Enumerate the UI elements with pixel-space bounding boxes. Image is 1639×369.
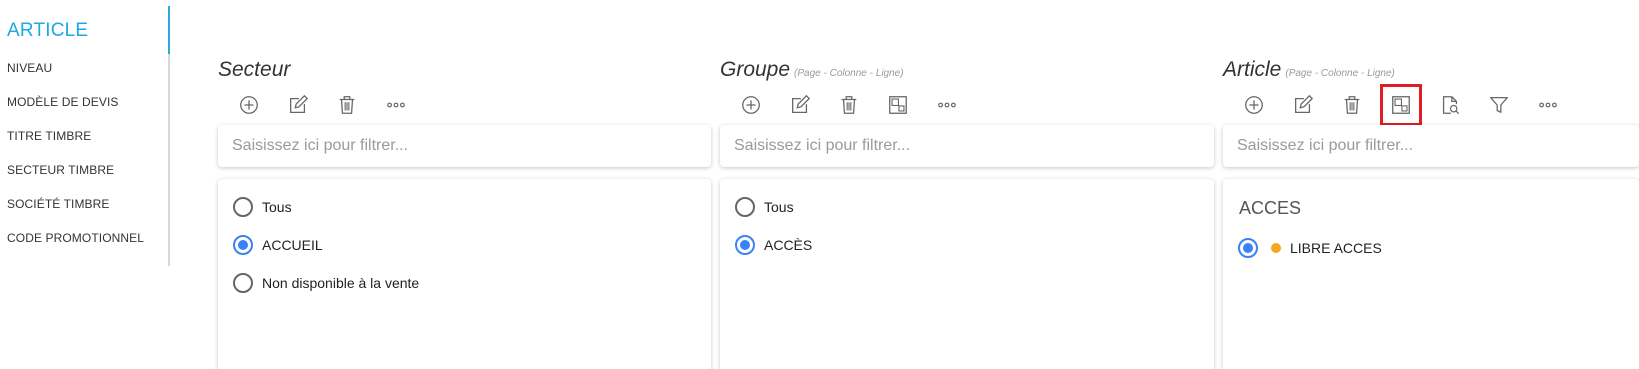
option-label: Tous <box>764 199 794 215</box>
article-option-libre-acces[interactable]: LIBRE ACCES <box>1238 238 1382 258</box>
secteur-title-text: Secteur <box>218 58 291 81</box>
secteur-edit-button[interactable] <box>285 92 311 118</box>
layout-icon <box>1392 96 1410 114</box>
radio-button[interactable] <box>735 197 755 217</box>
article-title: Article (Page - Colonne - Ligne) <box>1223 58 1395 82</box>
secteur-delete-button[interactable] <box>334 92 360 118</box>
groupe-add-button[interactable] <box>738 92 764 118</box>
article-add-button[interactable] <box>1241 92 1267 118</box>
article-subtitle: (Page - Colonne - Ligne) <box>1285 68 1395 79</box>
add-icon <box>240 96 258 114</box>
option-label: LIBRE ACCES <box>1290 240 1382 256</box>
radio-button-selected[interactable] <box>735 235 755 255</box>
groupe-filter-input[interactable] <box>720 125 1214 167</box>
delete-icon <box>1344 96 1360 114</box>
secteur-more-button[interactable] <box>383 92 409 118</box>
groupe-list: Tous ACCÈS <box>720 179 1214 369</box>
article-preview-button[interactable] <box>1437 92 1463 118</box>
groupe-subtitle: (Page - Colonne - Ligne) <box>794 68 904 79</box>
add-icon <box>1245 96 1263 114</box>
groupe-edit-button[interactable] <box>787 92 813 118</box>
article-title-text: Article <box>1223 58 1282 81</box>
sidebar-item-secteur-timbre[interactable]: SECTEUR TIMBRE <box>7 163 114 177</box>
sidebar-title[interactable]: ARTICLE <box>7 20 88 42</box>
groupe-delete-button[interactable] <box>836 92 862 118</box>
secteur-filter <box>218 125 711 167</box>
sidebar-item-modele-de-devis[interactable]: MODÈLE DE DEVIS <box>7 95 119 109</box>
article-filter-button[interactable] <box>1486 92 1512 118</box>
groupe-filter <box>720 125 1214 167</box>
article-more-button[interactable] <box>1535 92 1561 118</box>
delete-icon <box>339 96 355 114</box>
status-dot <box>1271 243 1281 253</box>
radio-button-selected[interactable] <box>1238 238 1258 258</box>
option-label: ACCUEIL <box>262 237 323 253</box>
secteur-option-tous[interactable]: Tous <box>233 197 292 217</box>
groupe-option-acces[interactable]: ACCÈS <box>735 235 812 255</box>
article-delete-button[interactable] <box>1339 92 1365 118</box>
sidebar-item-code-promotionnel[interactable]: CODE PROMOTIONNEL <box>7 231 144 245</box>
edit-icon <box>290 94 309 113</box>
delete-icon <box>841 96 857 114</box>
more-icon <box>387 102 405 108</box>
radio-button[interactable] <box>233 273 253 293</box>
sidebar-item-titre-timbre[interactable]: TITRE TIMBRE <box>7 129 91 143</box>
sidebar-item-niveau[interactable]: NIVEAU <box>7 61 52 75</box>
edit-icon <box>1295 94 1314 113</box>
secteur-option-non-disponible[interactable]: Non disponible à la vente <box>233 273 419 293</box>
radio-button[interactable] <box>233 197 253 217</box>
article-filter-input[interactable] <box>1223 125 1639 167</box>
sidebar-item-societe-timbre[interactable]: SOCIÉTÉ TIMBRE <box>7 197 110 211</box>
secteur-title: Secteur <box>218 58 290 82</box>
article-list: ACCES LIBRE ACCES <box>1223 179 1639 369</box>
secteur-add-button[interactable] <box>236 92 262 118</box>
article-layout-button[interactable] <box>1380 84 1422 126</box>
groupe-more-button[interactable] <box>934 92 960 118</box>
search-document-icon <box>1442 96 1460 115</box>
sidebar-active-indicator <box>168 6 170 54</box>
secteur-filter-input[interactable] <box>218 125 711 167</box>
groupe-option-tous[interactable]: Tous <box>735 197 794 217</box>
radio-button-selected[interactable] <box>233 235 253 255</box>
more-icon <box>938 102 956 108</box>
option-label: ACCÈS <box>764 237 813 253</box>
groupe-title: Groupe (Page - Colonne - Ligne) <box>720 58 904 82</box>
layout-icon <box>889 96 907 114</box>
option-label: Non disponible à la vente <box>262 275 420 291</box>
secteur-list: Tous ACCUEIL Non disponible à la vente <box>218 179 711 369</box>
groupe-title-text: Groupe <box>720 58 791 81</box>
secteur-option-accueil[interactable]: ACCUEIL <box>233 235 323 255</box>
article-group-heading: ACCES <box>1239 198 1302 218</box>
more-icon <box>1539 102 1557 108</box>
groupe-layout-button[interactable] <box>885 92 911 118</box>
sidebar: ARTICLE NIVEAU MODÈLE DE DEVIS TITRE TIM… <box>0 6 170 266</box>
option-label: Tous <box>262 199 292 215</box>
edit-icon <box>792 94 811 113</box>
article-edit-button[interactable] <box>1290 92 1316 118</box>
add-icon <box>742 96 760 114</box>
filter-icon <box>1490 97 1508 113</box>
article-filter <box>1223 125 1639 167</box>
